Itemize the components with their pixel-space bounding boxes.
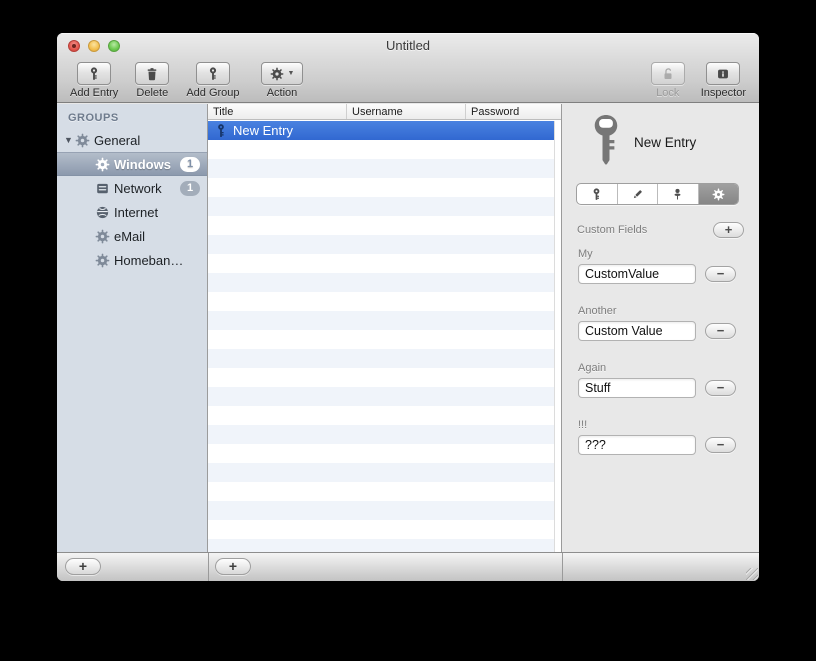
entry-title-cell: New Entry [233, 123, 293, 138]
inspector-toolbar-button[interactable]: Inspector [701, 62, 746, 99]
column-header-username[interactable]: Username [347, 104, 466, 119]
action-toolbar-button[interactable]: ▼ Action [260, 62, 304, 99]
groups-header: GROUPS [68, 112, 119, 124]
table-row[interactable]: New Entry [208, 121, 554, 140]
divider [562, 553, 563, 581]
add-entry-bottom-button[interactable]: + [215, 558, 251, 575]
tab-custom-fields[interactable] [698, 184, 738, 204]
custom-field-label: Again [578, 362, 607, 374]
custom-field-label: Another [578, 305, 617, 317]
action-label: Action [266, 87, 298, 99]
custom-field-group: My − [578, 248, 736, 284]
globe-icon [95, 205, 110, 220]
lock-toolbar-button: Lock [650, 62, 685, 99]
count-badge: 1 [180, 180, 200, 196]
inspector-label: Inspector [700, 87, 746, 99]
gear-icon [95, 253, 110, 268]
sidebar-item-network[interactable]: Network 1 [57, 176, 207, 200]
column-header-title[interactable]: Title [208, 104, 347, 119]
custom-fields-section-label: Custom Fields [577, 224, 648, 236]
add-custom-field-button[interactable]: + [713, 222, 744, 238]
add-entry-label: Add Entry [70, 87, 119, 99]
gear-icon [270, 67, 284, 81]
inspector-panel: New Entry Custom Fields + My − [562, 104, 759, 552]
remove-custom-field-button[interactable]: − [705, 323, 736, 339]
custom-field-input[interactable] [578, 264, 696, 284]
custom-field-group: !!! − [578, 419, 736, 455]
add-entry-toolbar-button[interactable]: Add Entry [70, 62, 118, 99]
entry-key-icon [587, 115, 625, 165]
custom-field-label: My [578, 248, 593, 260]
app-window: Untitled Add Entry Delete Add Group ▼ Ac… [57, 33, 759, 581]
groups-sidebar: GROUPS ▼ General Windows 1 Network 1 Int… [57, 104, 208, 552]
pencil-icon [631, 188, 644, 201]
disclosure-triangle-icon[interactable]: ▼ [62, 135, 75, 145]
gear-icon [75, 133, 90, 148]
key-icon [215, 123, 227, 138]
entry-table: Title Username Password New Entry [208, 104, 562, 552]
divider [208, 553, 209, 581]
custom-field-input[interactable] [578, 435, 696, 455]
add-group-toolbar-button[interactable]: Add Group [186, 62, 240, 99]
count-badge: 1 [180, 156, 200, 172]
scrollbar-track[interactable] [554, 121, 561, 552]
resize-grip[interactable] [746, 568, 758, 580]
gear-icon [95, 157, 110, 172]
pin-icon [671, 188, 684, 201]
custom-field-label: !!! [578, 419, 588, 431]
gear-icon [712, 188, 725, 201]
window-chrome: Untitled Add Entry Delete Add Group ▼ Ac… [57, 33, 759, 103]
padlock-open-icon [661, 67, 675, 81]
tab-general[interactable] [577, 184, 618, 204]
remove-custom-field-button[interactable]: − [705, 380, 736, 396]
delete-label: Delete [136, 87, 169, 99]
key-icon [590, 187, 603, 201]
column-header-password[interactable]: Password [466, 104, 561, 119]
key-icon [87, 66, 101, 81]
toolbar: Add Entry Delete Add Group ▼ Action Lock… [57, 57, 759, 103]
inspector-entry-title: New Entry [634, 135, 697, 150]
custom-fields-list: My − Another − Again [578, 248, 736, 476]
add-group-label: Add Group [186, 87, 240, 99]
remove-custom-field-button[interactable]: − [705, 437, 736, 453]
bottom-bar: + + [57, 552, 759, 581]
sidebar-item-windows[interactable]: Windows 1 [57, 152, 207, 176]
custom-field-group: Again − [578, 362, 736, 398]
server-icon [95, 181, 110, 196]
tab-attachments[interactable] [658, 184, 699, 204]
gear-icon [95, 229, 110, 244]
add-group-bottom-button[interactable]: + [65, 558, 101, 575]
trash-icon [145, 67, 159, 81]
window-title: Untitled [385, 38, 431, 53]
table-header: Title Username Password [208, 104, 561, 120]
sidebar-item-general[interactable]: ▼ General [57, 128, 207, 152]
chevron-down-icon: ▼ [287, 70, 295, 77]
custom-field-input[interactable] [578, 378, 696, 398]
titlebar[interactable]: Untitled [57, 33, 759, 57]
sidebar-item-homebanking[interactable]: Homeban… [57, 248, 207, 272]
key-icon [206, 66, 220, 81]
sidebar-item-internet[interactable]: Internet [57, 200, 207, 224]
lock-label: Lock [656, 87, 680, 99]
tab-notes[interactable] [618, 184, 658, 204]
inspector-tabs [576, 183, 739, 205]
delete-toolbar-button[interactable]: Delete [135, 62, 170, 99]
remove-custom-field-button[interactable]: − [705, 266, 736, 282]
sidebar-item-email[interactable]: eMail [57, 224, 207, 248]
table-body [208, 121, 554, 552]
custom-field-input[interactable] [578, 321, 696, 341]
info-icon [716, 67, 730, 81]
custom-field-group: Another − [578, 305, 736, 341]
